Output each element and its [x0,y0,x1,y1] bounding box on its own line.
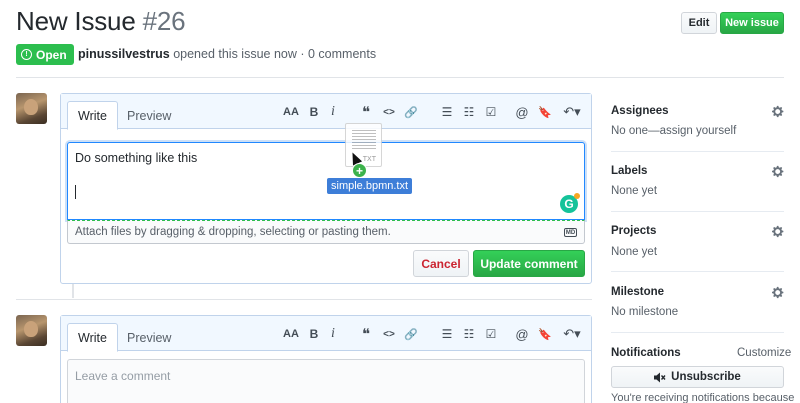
text-caret [75,185,76,199]
update-comment-button[interactable]: Update comment [473,250,585,277]
timeline-divider [16,299,592,300]
projects-value: None yet [611,246,658,258]
reply-dropdown-icon[interactable]: ↶▾ [561,326,583,342]
numbered-list-icon[interactable]: ☷ [463,104,475,120]
milestone-gear-icon[interactable] [772,286,785,299]
tab-write[interactable]: Write [67,101,118,130]
file-extension: TXT [362,156,376,163]
sidebar-divider [611,211,784,212]
notifications-reason: You're receiving notifications because [611,392,795,403]
issue-number: #26 [142,6,186,36]
projects-gear-icon[interactable] [772,225,785,238]
heading-icon[interactable]: AA [283,326,299,342]
tab-preview[interactable]: Preview [117,101,181,130]
issue-summary: opened this issue now · 0 comments [173,47,377,61]
sidebar-divider [611,332,784,333]
sidebar-divider [611,151,784,152]
italic-icon[interactable]: i [329,104,337,120]
header-divider [16,77,784,78]
unsubscribe-label: Unsubscribe [671,371,741,383]
new-issue-button[interactable]: New issue [720,12,784,34]
link-icon[interactable]: 🔗 [404,104,418,120]
markdown-icon[interactable]: MD [564,228,577,237]
page-title: New Issue #26 [16,6,186,37]
mute-icon [654,372,666,382]
grammarly-icon[interactable]: G [560,193,580,213]
copy-plus-icon: + [352,163,367,178]
milestone-title: Milestone [611,286,665,298]
file-lines [352,130,376,150]
saved-reply-icon[interactable]: 🔖 [538,104,552,120]
labels-title: Labels [611,165,648,177]
saved-reply-icon[interactable]: 🔖 [538,326,552,342]
italic-icon[interactable]: i [329,326,337,342]
labels-gear-icon[interactable] [772,165,785,178]
milestone-value: No milestone [611,306,679,318]
new-comment-editor: Write Preview AA B i ❝ <> 🔗 ☰ ☷ ☑ @ 🔖 ↶▾… [60,315,592,403]
task-list-icon[interactable]: ☑ [484,104,498,120]
bullet-list-icon[interactable]: ☰ [441,104,453,120]
bold-icon[interactable]: B [309,326,319,342]
mention-icon[interactable]: @ [515,326,528,342]
issue-meta: pinussilvestrus opened this issue now · … [78,47,376,61]
assignees-gear-icon[interactable] [772,105,785,118]
quote-icon[interactable]: ❝ [359,326,373,343]
projects-title: Projects [611,225,657,237]
dragged-filename: simple.bpmn.txt [327,178,413,194]
numbered-list-icon[interactable]: ☷ [463,326,475,342]
task-list-icon[interactable]: ☑ [484,326,498,342]
new-comment-textarea[interactable]: Leave a comment [67,359,585,403]
reply-dropdown-icon[interactable]: ↶▾ [561,104,583,120]
heading-icon[interactable]: AA [283,104,299,120]
issue-title: New Issue [16,6,136,36]
editor-header: Write Preview AA B i ❝ <> 🔗 ☰ ☷ ☑ @ 🔖 ↶▾ [61,94,591,130]
bullet-list-icon[interactable]: ☰ [441,326,453,342]
comment-text: Do something like this [75,151,198,165]
attach-hint: Attach files by dragging & dropping, sel… [75,226,391,238]
issue-opened-icon: ! [21,49,32,60]
comment-textarea[interactable]: Do something like this G [67,142,585,220]
author-link[interactable]: pinussilvestrus [78,47,170,61]
attach-files-bar[interactable]: Attach files by dragging & dropping, sel… [67,220,585,244]
code-icon[interactable]: <> [382,326,396,342]
status-badge: ! Open [16,44,74,65]
timeline-connector [72,284,74,298]
cancel-button[interactable]: Cancel [413,250,469,277]
avatar[interactable] [16,93,47,124]
sidebar-divider [611,271,784,272]
assignees-title: Assignees [611,105,669,117]
code-icon[interactable]: <> [382,104,396,120]
tab-preview[interactable]: Preview [117,323,181,352]
comment-placeholder: Leave a comment [75,369,171,383]
editor-header: Write Preview AA B i ❝ <> 🔗 ☰ ☷ ☑ @ 🔖 ↶▾ [61,316,591,352]
bold-icon[interactable]: B [309,104,319,120]
assignees-value[interactable]: No one—assign yourself [611,125,736,137]
unsubscribe-button[interactable]: Unsubscribe [611,366,784,388]
quote-icon[interactable]: ❝ [359,104,373,121]
notifications-title: Notifications [611,347,681,359]
link-icon[interactable]: 🔗 [404,326,418,342]
labels-value: None yet [611,185,658,197]
tab-write[interactable]: Write [67,323,118,352]
edit-button[interactable]: Edit [681,12,717,34]
status-label: Open [36,47,67,62]
avatar[interactable] [16,315,47,346]
customize-link[interactable]: Customize [737,347,791,359]
comment-editor: Write Preview AA B i ❝ <> 🔗 ☰ ☷ ☑ @ 🔖 ↶▾… [60,93,592,284]
mention-icon[interactable]: @ [515,104,528,120]
